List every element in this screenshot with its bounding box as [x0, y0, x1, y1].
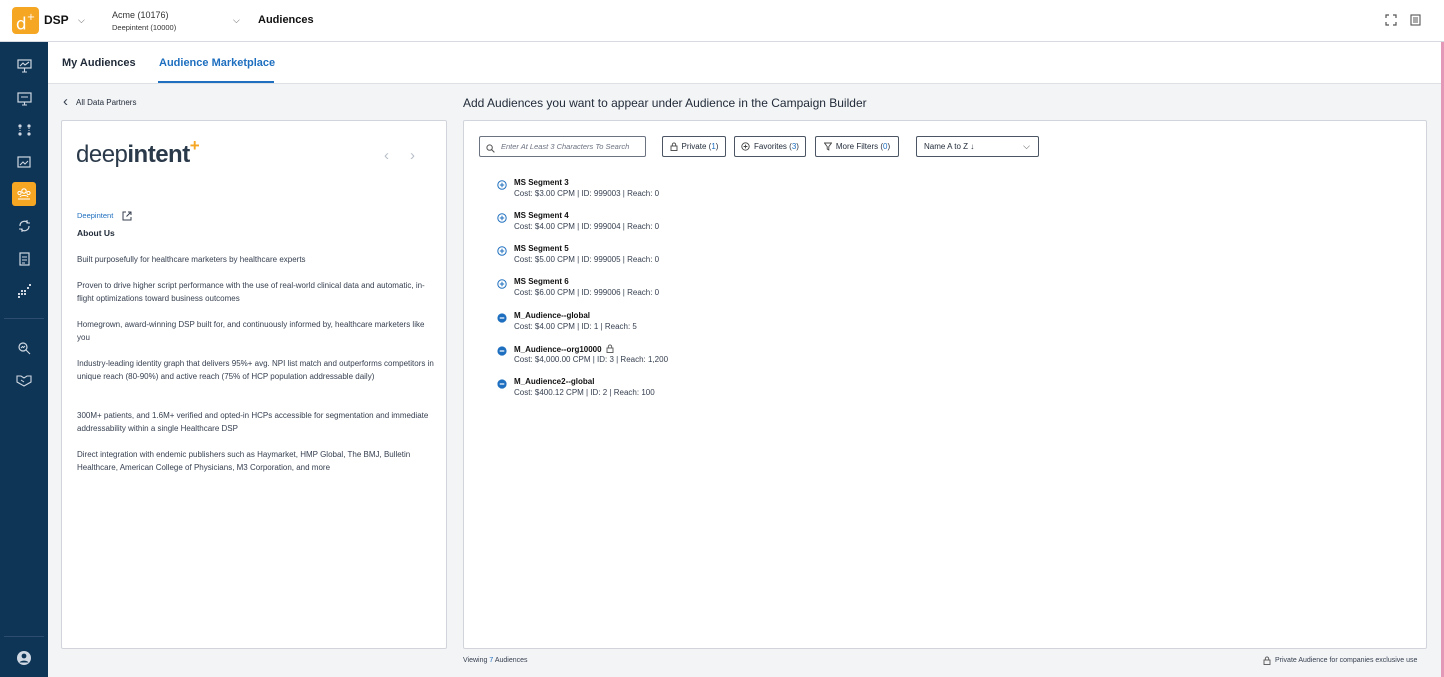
- partner-logo: deepintent+: [76, 136, 200, 168]
- add-audience-icon[interactable]: [497, 279, 507, 289]
- remove-audience-icon[interactable]: [497, 346, 507, 356]
- audience-meta: Cost: $3.00 CPM | ID: 999003 | Reach: 0: [514, 189, 660, 198]
- private-audience-note: Private Audience for companies exclusive…: [1263, 656, 1417, 665]
- audience-meta: Cost: $4.00 CPM | ID: 1 | Reach: 5: [514, 322, 637, 331]
- sort-select[interactable]: Name A to Z ↓ ⌵: [916, 136, 1039, 157]
- lock-icon: [670, 142, 677, 151]
- audience-name: M_Audience--org10000: [514, 345, 602, 354]
- audience-panel: Enter At Least 3 Characters To Search Pr…: [463, 120, 1427, 649]
- partner-link[interactable]: Deepintent: [77, 211, 113, 220]
- page-title: Audiences: [258, 14, 314, 26]
- sync-icon[interactable]: [12, 214, 36, 238]
- search-analytics-icon[interactable]: [12, 336, 36, 360]
- favorites-filter-button[interactable]: Favorites (3): [734, 136, 806, 157]
- partner-panel: deepintent+ ‹ › Deepintent About Us Buil…: [61, 120, 447, 649]
- about-paragraph: Built purposefully for healthcare market…: [77, 255, 306, 264]
- audience-meta: Cost: $4,000.00 CPM | ID: 3 | Reach: 1,2…: [514, 355, 669, 364]
- about-paragraph: Proven to drive higher script performanc…: [77, 281, 425, 303]
- audience-meta: Cost: $4.00 CPM | ID: 999004 | Reach: 0: [514, 222, 660, 231]
- remove-audience-icon[interactable]: [497, 379, 507, 389]
- lock-icon: [606, 344, 614, 353]
- audience-meta: Cost: $6.00 CPM | ID: 999006 | Reach: 0: [514, 288, 660, 297]
- nav-divider: [4, 318, 44, 319]
- brand-name: DSP: [44, 13, 69, 27]
- billboard-icon[interactable]: [12, 87, 36, 111]
- app-logo[interactable]: d+: [12, 7, 39, 35]
- filter-icon: [823, 142, 832, 151]
- audience-name: M_Audience2--global: [514, 377, 595, 386]
- audience-name: MS Segment 3: [514, 178, 569, 187]
- back-link-label: All Data Partners: [76, 97, 137, 107]
- about-paragraph: Homegrown, award-winning DSP built for, …: [77, 320, 425, 342]
- tab-my-audiences[interactable]: My Audiences: [62, 57, 136, 69]
- add-audience-icon[interactable]: [497, 180, 507, 190]
- chevron-down-icon[interactable]: ⌵: [78, 15, 85, 26]
- active-tab-indicator: [158, 81, 274, 83]
- account-chevron-down-icon[interactable]: ⌵: [233, 15, 240, 26]
- plus-circle-icon: [741, 142, 750, 151]
- next-partner-icon[interactable]: ›: [410, 147, 415, 164]
- account-name[interactable]: Acme (10176): [112, 10, 169, 20]
- audience-name: M_Audience--global: [514, 311, 591, 320]
- audience-name-wrap: M_Audience--org10000: [514, 344, 614, 354]
- previous-partner-icon[interactable]: ‹: [384, 147, 389, 164]
- handshake-icon[interactable]: [12, 368, 36, 392]
- user-icon[interactable]: [12, 646, 36, 670]
- reports-icon[interactable]: [12, 247, 36, 271]
- audience-name: MS Segment 5: [514, 244, 569, 253]
- more-filters-button[interactable]: More Filters (0): [815, 136, 899, 157]
- search-placeholder: Enter At Least 3 Characters To Search: [501, 142, 630, 151]
- presentation-icon[interactable]: [12, 54, 36, 78]
- nav-divider-bottom: [4, 636, 44, 637]
- about-paragraph: Direct integration with endemic publishe…: [77, 450, 411, 472]
- private-filter-button[interactable]: Private (1): [662, 136, 726, 157]
- chevron-down-icon: ⌵: [1023, 141, 1030, 151]
- audience-name: MS Segment 4: [514, 211, 569, 220]
- document-icon[interactable]: [1409, 14, 1421, 26]
- top-bar: d+ DSP ⌵ Acme (10176) Deepintent (10000)…: [0, 0, 1444, 42]
- insights-icon[interactable]: [12, 279, 36, 303]
- chevron-left-icon: ‹: [63, 93, 68, 110]
- viewing-count: 7: [489, 657, 494, 664]
- audience-meta: Cost: $400.12 CPM | ID: 2 | Reach: 100: [514, 388, 655, 397]
- viewing-count-text: Viewing 7 Audiences: [463, 657, 528, 664]
- search-icon: [486, 141, 495, 156]
- search-input[interactable]: Enter At Least 3 Characters To Search: [479, 136, 646, 157]
- sort-value: Name A to Z ↓: [924, 142, 975, 151]
- audience-name: MS Segment 6: [514, 277, 569, 286]
- account-org[interactable]: Deepintent (10000): [112, 23, 176, 32]
- add-audience-icon[interactable]: [497, 246, 507, 256]
- external-link-icon[interactable]: [122, 208, 132, 221]
- about-heading: About Us: [77, 228, 115, 238]
- tab-audience-marketplace[interactable]: Audience Marketplace: [159, 57, 275, 69]
- tab-bar: My Audiences Audience Marketplace: [48, 42, 1441, 84]
- audience-meta: Cost: $5.00 CPM | ID: 999005 | Reach: 0: [514, 255, 660, 264]
- about-paragraph: Industry-leading identity graph that del…: [77, 359, 434, 381]
- back-link[interactable]: ‹ All Data Partners: [63, 93, 137, 110]
- audiences-icon[interactable]: [12, 182, 36, 206]
- lock-icon: [1263, 656, 1271, 665]
- fullscreen-icon[interactable]: [1385, 14, 1397, 26]
- section-title: Add Audiences you want to appear under A…: [463, 96, 867, 110]
- remove-audience-icon[interactable]: [497, 313, 507, 323]
- about-paragraph: 300M+ patients, and 1.6M+ verified and o…: [77, 411, 429, 433]
- side-nav: [0, 42, 48, 677]
- add-audience-icon[interactable]: [497, 213, 507, 223]
- creatives-icon[interactable]: [12, 150, 36, 174]
- network-icon[interactable]: [12, 118, 36, 142]
